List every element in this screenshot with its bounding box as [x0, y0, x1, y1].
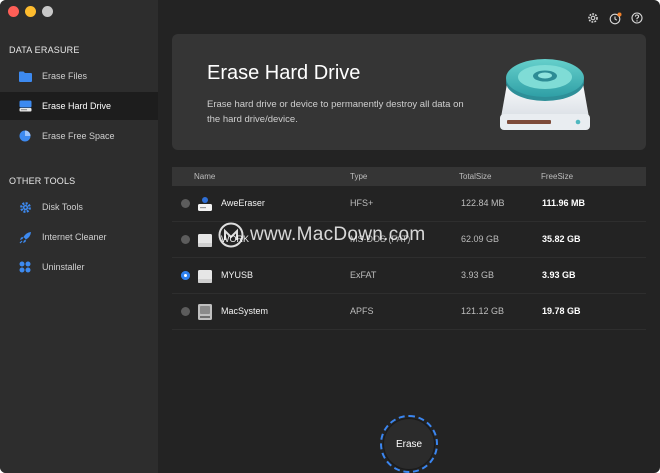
drive-name: AweEraser	[221, 198, 265, 208]
settings-icon[interactable]	[586, 11, 600, 25]
system-drive-icon	[197, 303, 213, 321]
section-title-other-tools: OTHER TOOLS	[9, 176, 76, 186]
drive-total-size: 3.93 GB	[461, 270, 495, 280]
sidebar-item-label: Uninstaller	[42, 262, 85, 272]
watermark-logo-icon	[218, 222, 244, 248]
sidebar-item-erase-files[interactable]: Erase Files	[0, 62, 158, 90]
app-window: DATA ERASURE Erase Files Erase Hard Driv…	[0, 0, 660, 473]
table-row[interactable]: MacSystem APFS 121.12 GB 19.78 GB	[172, 294, 646, 330]
drive-total-size: 122.84 MB	[461, 198, 505, 208]
sidebar: DATA ERASURE Erase Files Erase Hard Driv…	[0, 0, 158, 473]
table-row[interactable]: AweEraser HFS+ 122.84 MB 111.96 MB	[172, 186, 646, 222]
window-controls	[8, 6, 53, 17]
drive-type: APFS	[350, 306, 374, 316]
hard-drive-icon	[18, 99, 32, 113]
table-header: Name Type TotalSize FreeSize	[172, 167, 646, 186]
drive-total-size: 121.12 GB	[461, 306, 505, 316]
drive-type: HFS+	[350, 198, 374, 208]
sidebar-item-erase-free-space[interactable]: Erase Free Space	[0, 122, 158, 150]
column-header-type[interactable]: Type	[350, 172, 367, 181]
rocket-icon	[18, 230, 32, 244]
table-row[interactable]: MYUSB ExFAT 3.93 GB 3.93 GB	[172, 258, 646, 294]
zoom-window-button[interactable]	[42, 6, 53, 17]
page-title: Erase Hard Drive	[207, 62, 361, 84]
sidebar-item-disk-tools[interactable]: Disk Tools	[0, 193, 158, 221]
column-header-name[interactable]: Name	[194, 172, 215, 181]
erase-button-ring: Erase	[380, 415, 438, 473]
help-icon[interactable]	[630, 11, 644, 25]
erase-button[interactable]: Erase	[384, 419, 434, 469]
drive-name: MYUSB	[221, 270, 254, 280]
drive-free-size: 3.93 GB	[542, 270, 576, 280]
page-description: Erase hard drive or device to permanentl…	[207, 99, 464, 125]
sidebar-item-label: Disk Tools	[42, 202, 83, 212]
sidebar-item-internet-cleaner[interactable]: Internet Cleaner	[0, 223, 158, 251]
history-icon[interactable]	[608, 11, 622, 25]
select-radio[interactable]	[181, 307, 190, 316]
column-header-freesize[interactable]: FreeSize	[541, 172, 573, 181]
drive-free-size: 35.82 GB	[542, 234, 581, 244]
select-radio[interactable]	[181, 235, 190, 244]
select-radio[interactable]	[181, 271, 190, 280]
toolbar-icons	[586, 11, 644, 25]
sidebar-item-label: Erase Free Space	[42, 131, 115, 141]
folder-icon	[18, 69, 32, 83]
drive-free-size: 19.78 GB	[542, 306, 581, 316]
app-icon	[197, 195, 213, 213]
drive-icon	[197, 267, 213, 285]
hero-banner: Erase Hard Drive Erase hard drive or dev…	[172, 34, 646, 150]
watermark: www.MacDown.com	[218, 222, 426, 248]
drive-type: ExFAT	[350, 270, 377, 280]
sidebar-item-erase-hard-drive[interactable]: Erase Hard Drive	[0, 92, 158, 120]
section-title-data-erasure: DATA ERASURE	[9, 45, 80, 55]
drive-name: MacSystem	[221, 306, 269, 316]
select-radio[interactable]	[181, 199, 190, 208]
sidebar-item-uninstaller[interactable]: Uninstaller	[0, 253, 158, 281]
gear-icon	[18, 200, 32, 214]
watermark-text: www.MacDown.com	[250, 224, 426, 245]
sidebar-item-label: Erase Files	[42, 71, 88, 81]
drive-icon	[197, 231, 213, 249]
minimize-window-button[interactable]	[25, 6, 36, 17]
hard-drive-illustration-icon	[490, 48, 600, 143]
apps-grid-icon	[18, 260, 32, 274]
drive-free-size: 111.96 MB	[542, 198, 586, 208]
drive-total-size: 62.09 GB	[461, 234, 500, 244]
sidebar-item-label: Erase Hard Drive	[42, 101, 112, 111]
close-window-button[interactable]	[8, 6, 19, 17]
drive-table: Name Type TotalSize FreeSize AweEraser H…	[172, 167, 646, 330]
pie-chart-icon	[18, 129, 32, 143]
sidebar-item-label: Internet Cleaner	[42, 232, 107, 242]
column-header-totalsize[interactable]: TotalSize	[459, 172, 491, 181]
